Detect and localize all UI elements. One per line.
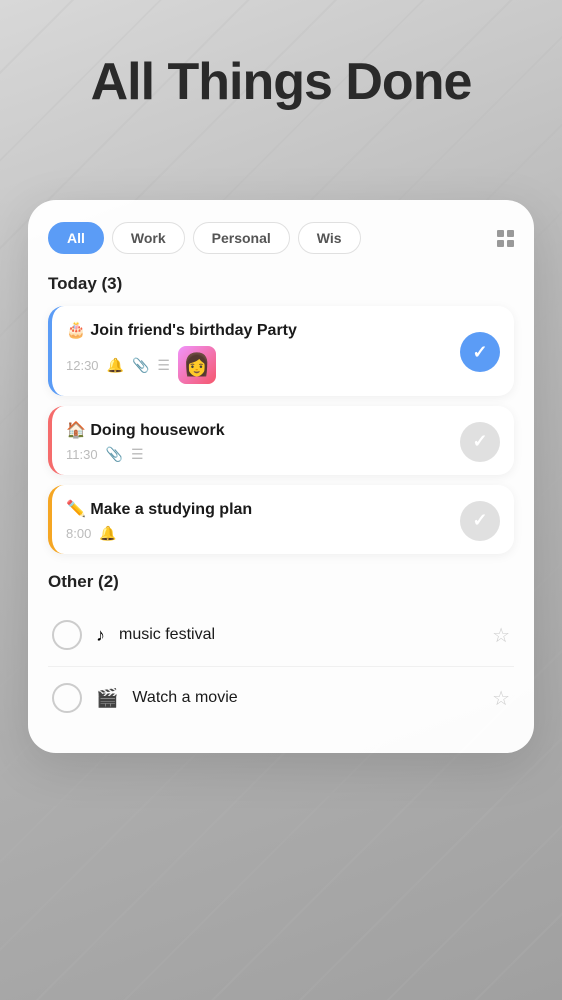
bell-icon: 🔔 — [107, 357, 124, 374]
task-movie-title: Watch a movie — [132, 689, 478, 707]
task-study-check[interactable]: ✓ — [460, 501, 500, 541]
bell-icon-2: 🔔 — [99, 525, 116, 542]
task-study-time: 8:00 — [66, 526, 91, 541]
list-icon: ☰ — [157, 357, 170, 374]
tab-work[interactable]: Work — [112, 222, 185, 254]
task-housework-content: 🏠 Doing housework 11:30 📎 ☰ — [66, 420, 448, 463]
tab-personal[interactable]: Personal — [193, 222, 290, 254]
task-study-emoji: ✏️ — [66, 501, 86, 518]
task-housework-emoji: 🏠 — [66, 422, 86, 439]
task-housework: 🏠 Doing housework 11:30 📎 ☰ ✓ — [48, 406, 514, 475]
task-birthday-check[interactable]: ✓ — [460, 332, 500, 372]
task-housework-meta: 11:30 📎 ☰ — [66, 446, 448, 463]
task-birthday-content: 🎂 Join friend's birthday Party 12:30 🔔 📎… — [66, 320, 448, 384]
task-study-meta: 8:00 🔔 — [66, 525, 448, 542]
clip-icon-2: 📎 — [106, 446, 123, 463]
tab-wish[interactable]: Wis — [298, 222, 361, 254]
task-birthday: 🎂 Join friend's birthday Party 12:30 🔔 📎… — [48, 306, 514, 396]
star-music-icon[interactable]: ☆ — [492, 623, 510, 648]
app-title: All Things Done — [0, 52, 562, 112]
other-section: Other (2) ♪ music festival ☆ 🎬 Watch a m… — [48, 572, 514, 729]
grid-view-button[interactable] — [497, 230, 514, 247]
clip-icon: 📎 — [132, 357, 149, 374]
task-study-content: ✏️ Make a studying plan 8:00 🔔 — [66, 499, 448, 542]
task-study: ✏️ Make a studying plan 8:00 🔔 ✓ — [48, 485, 514, 554]
filter-tabs: All Work Personal Wis — [48, 222, 514, 254]
task-birthday-thumb: 👩 — [178, 346, 216, 384]
task-birthday-time: 12:30 — [66, 358, 99, 373]
task-housework-title: 🏠 Doing housework — [66, 420, 448, 440]
grid-dot-4 — [507, 240, 514, 247]
task-movie-check[interactable] — [52, 683, 82, 713]
grid-dot-1 — [497, 230, 504, 237]
task-housework-check[interactable]: ✓ — [460, 422, 500, 462]
task-music-check[interactable] — [52, 620, 82, 650]
checkmark-icon: ✓ — [472, 342, 487, 363]
today-section-header: Today (3) — [48, 274, 514, 294]
grid-dot-2 — [507, 230, 514, 237]
tab-all[interactable]: All — [48, 222, 104, 254]
grid-dot-3 — [497, 240, 504, 247]
other-section-header: Other (2) — [48, 572, 514, 592]
task-birthday-title: 🎂 Join friend's birthday Party — [66, 320, 448, 340]
list-icon-2: ☰ — [131, 446, 144, 463]
checkmark-icon-2: ✓ — [472, 431, 487, 452]
star-movie-icon[interactable]: ☆ — [492, 686, 510, 711]
task-housework-time: 11:30 — [66, 447, 98, 462]
task-music-title: music festival — [119, 626, 478, 644]
movie-icon: 🎬 — [96, 688, 118, 709]
main-card: All Work Personal Wis Today (3) 🎂 Join f… — [28, 200, 534, 753]
music-icon: ♪ — [96, 625, 105, 646]
task-birthday-emoji: 🎂 — [66, 322, 86, 339]
checkmark-icon-3: ✓ — [472, 510, 487, 531]
task-birthday-meta: 12:30 🔔 📎 ☰ 👩 — [66, 346, 448, 384]
task-music: ♪ music festival ☆ — [48, 604, 514, 667]
task-study-title: ✏️ Make a studying plan — [66, 499, 448, 519]
task-movie: 🎬 Watch a movie ☆ — [48, 667, 514, 729]
